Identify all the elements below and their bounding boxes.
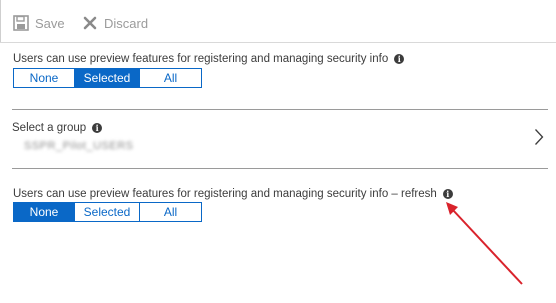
annotation-arrow	[446, 202, 523, 285]
settings-page: Save Discard Users can use preview featu…	[0, 0, 556, 303]
